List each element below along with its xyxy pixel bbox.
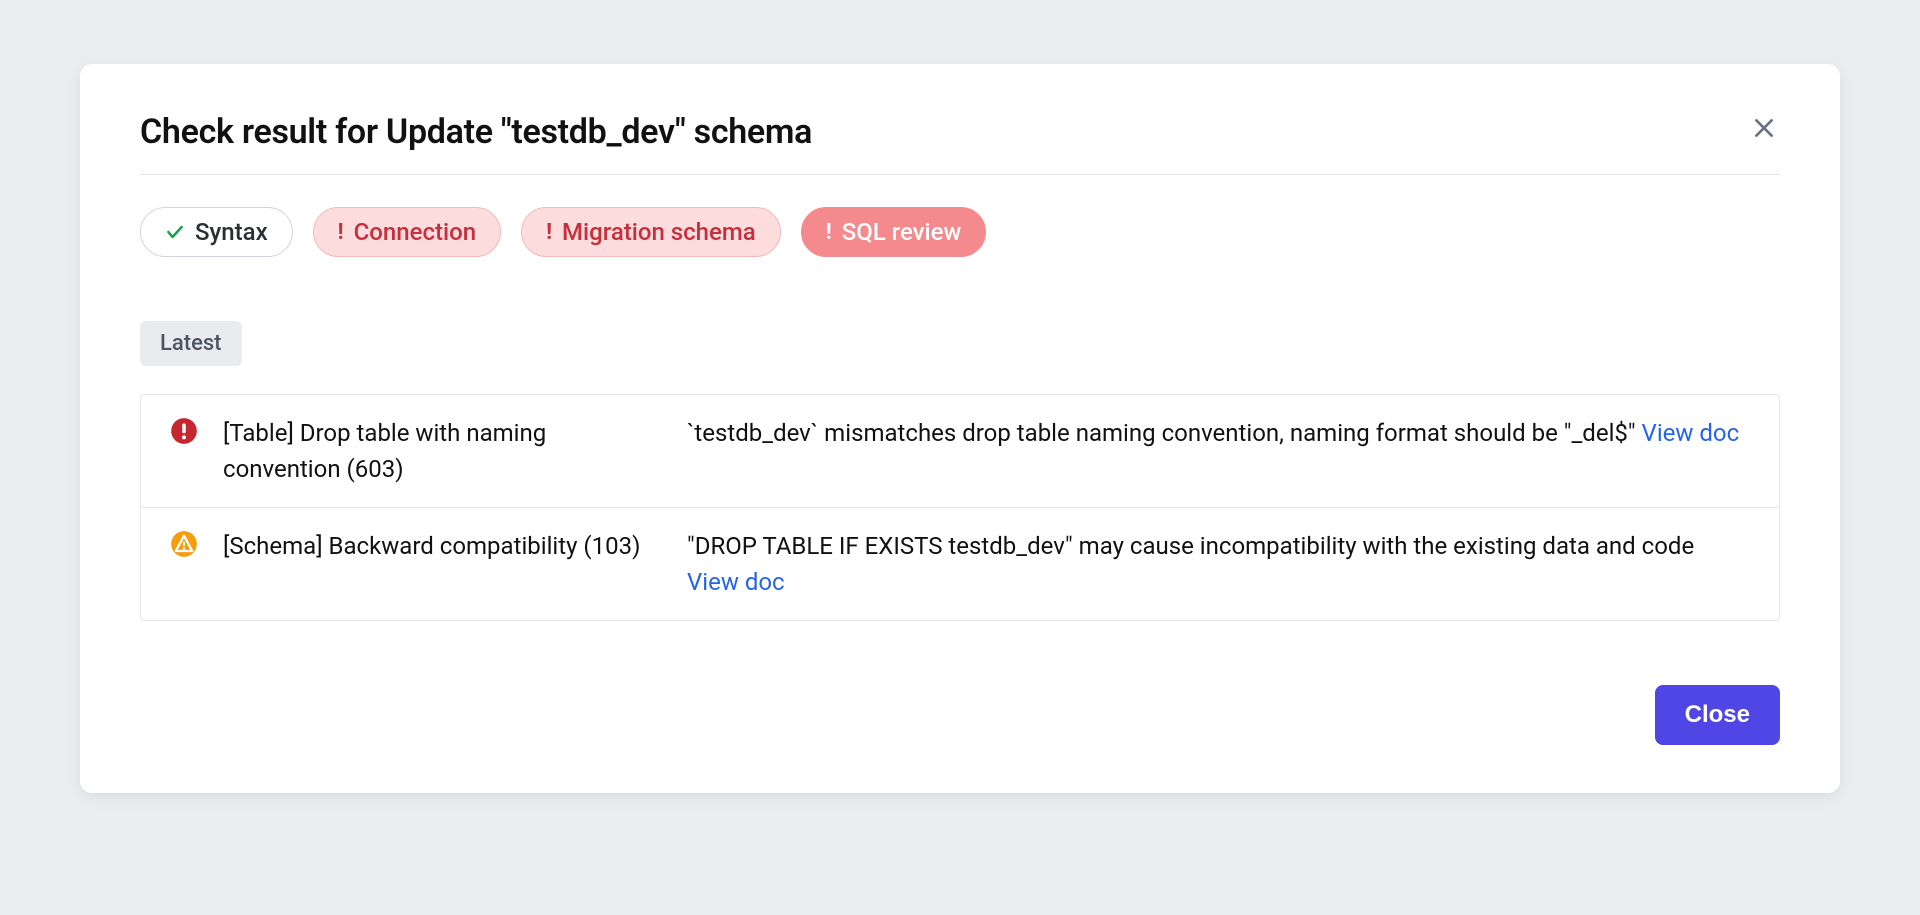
pill-label: SQL review [842,218,962,246]
exclamation-icon: ! [338,220,344,245]
warning-icon [169,530,199,558]
error-icon [169,417,199,445]
check-tabs: Syntax ! Connection ! Migration schema !… [140,207,1780,257]
result-message: `testdb_dev` mismatches drop table namin… [687,415,1751,451]
check-result-modal: Check result for Update "testdb_dev" sch… [80,64,1840,793]
result-rule: [Table] Drop table with naming conventio… [223,415,663,487]
view-doc-link[interactable]: View doc [1642,419,1740,447]
result-message: "DROP TABLE IF EXISTS testdb_dev" may ca… [687,528,1751,600]
pill-syntax[interactable]: Syntax [140,207,293,257]
table-row: [Schema] Backward compatibility (103) "D… [141,508,1779,620]
results-table: [Table] Drop table with naming conventio… [140,394,1780,621]
result-message-text: "DROP TABLE IF EXISTS testdb_dev" may ca… [687,532,1694,560]
result-rule: [Schema] Backward compatibility (103) [223,528,663,564]
close-button[interactable]: Close [1655,685,1780,745]
modal-title: Check result for Update "testdb_dev" sch… [140,112,812,152]
tab-latest[interactable]: Latest [140,321,242,366]
modal-footer: Close [140,685,1780,745]
result-tabs: Latest [140,321,1780,366]
pill-migration-schema[interactable]: ! Migration schema [521,207,781,257]
result-message-text: `testdb_dev` mismatches drop table namin… [687,419,1642,447]
pill-label: Connection [354,218,476,246]
close-icon[interactable] [1748,112,1780,144]
pill-label: Syntax [195,218,268,246]
table-row: [Table] Drop table with naming conventio… [141,395,1779,508]
pill-sql-review[interactable]: ! SQL review [801,207,987,257]
pill-connection[interactable]: ! Connection [313,207,501,257]
check-icon [165,222,185,242]
exclamation-icon: ! [826,220,832,245]
pill-label: Migration schema [562,218,756,246]
exclamation-icon: ! [546,220,552,245]
view-doc-link[interactable]: View doc [687,568,785,596]
modal-header: Check result for Update "testdb_dev" sch… [140,112,1780,175]
